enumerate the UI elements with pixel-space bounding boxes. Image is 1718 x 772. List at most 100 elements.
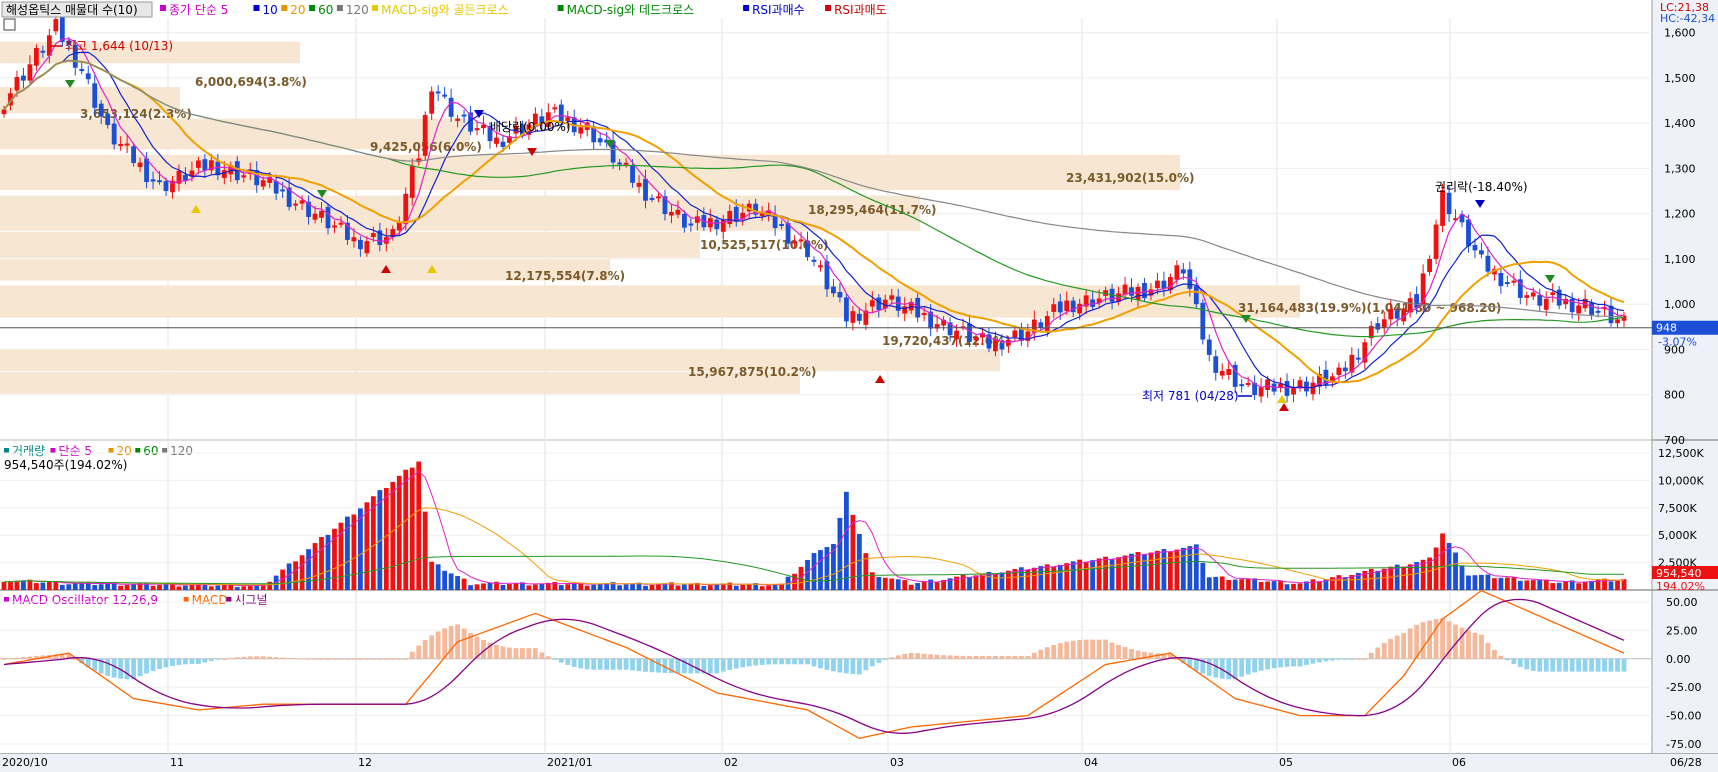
volume-bar bbox=[1090, 560, 1096, 590]
candle-body bbox=[53, 19, 59, 32]
volume-bar bbox=[759, 586, 765, 590]
macd-oscillator-bar bbox=[500, 646, 506, 659]
candle-body bbox=[1310, 382, 1316, 395]
candle-body bbox=[1038, 322, 1044, 328]
candle-body bbox=[1355, 357, 1361, 360]
volume-bar bbox=[882, 577, 888, 590]
candle-body bbox=[999, 343, 1005, 350]
macd-oscillator-bar bbox=[1006, 655, 1011, 659]
volume-profile-label: 18,295,464(11.7%) bbox=[808, 203, 937, 217]
volume-legend-item: 거래량 bbox=[12, 444, 45, 458]
candle-body bbox=[1, 109, 7, 115]
macd-oscillator-bar bbox=[1025, 655, 1031, 659]
macd-oscillator-bar bbox=[876, 658, 882, 663]
macd-oscillator-bar bbox=[1602, 658, 1607, 672]
volume-bar bbox=[1252, 578, 1258, 590]
macd-oscillator-bar bbox=[844, 658, 849, 674]
macd-oscillator-bar bbox=[973, 655, 979, 659]
candle-body bbox=[688, 223, 694, 226]
macd-tick-label: 0.00 bbox=[1666, 653, 1691, 666]
candle-body bbox=[1064, 300, 1070, 311]
volume-bar bbox=[921, 581, 927, 590]
high-label: 최고 1,644 (10/13) bbox=[65, 39, 173, 53]
candle-body bbox=[1504, 282, 1510, 285]
volume-bar bbox=[766, 585, 772, 590]
x-tick-label: 06/28 bbox=[1670, 756, 1702, 769]
volume-bar bbox=[960, 574, 966, 590]
macd-tick-label: -75.00 bbox=[1666, 738, 1701, 751]
macd-oscillator-bar bbox=[1537, 658, 1543, 672]
candle-body bbox=[1291, 388, 1296, 395]
candle-body bbox=[831, 286, 836, 294]
candle-body bbox=[889, 295, 895, 300]
volume-bar bbox=[1135, 552, 1141, 590]
candle-body bbox=[1498, 272, 1504, 287]
candle-body bbox=[643, 178, 648, 201]
candle-body bbox=[1200, 302, 1206, 340]
candle-body bbox=[215, 161, 221, 176]
macd-oscillator-bar bbox=[1492, 649, 1497, 659]
macd-oscillator-bar bbox=[818, 658, 823, 669]
macd-oscillator-bar bbox=[1479, 634, 1484, 659]
volume-bar bbox=[1608, 581, 1614, 590]
macd-oscillator-bar bbox=[740, 658, 746, 668]
candle-body bbox=[967, 323, 972, 342]
x-tick-label: 2021/01 bbox=[547, 756, 593, 769]
volume-bar bbox=[707, 585, 713, 590]
macd-oscillator-bar bbox=[221, 658, 227, 660]
volume-bar bbox=[1485, 574, 1491, 590]
volume-bar bbox=[105, 583, 111, 590]
stock-chart[interactable]: 1,6001,5001,4001,3001,2001,1001,00090080… bbox=[0, 0, 1718, 772]
candle-body bbox=[1446, 192, 1452, 215]
volume-profile-label: 12,175,554(7.8%) bbox=[505, 269, 625, 283]
candle-body bbox=[818, 265, 823, 268]
macd-oscillator-bar bbox=[21, 657, 26, 659]
macd-oscillator-bar bbox=[1291, 658, 1296, 667]
macd-oscillator-bar bbox=[623, 658, 629, 670]
volume-bar bbox=[1, 581, 7, 590]
macd-oscillator-bar bbox=[1090, 639, 1096, 659]
candle-body bbox=[131, 146, 136, 163]
macd-oscillator-bar bbox=[429, 635, 435, 659]
volume-profile-label: 6,000,694(3.8%) bbox=[195, 75, 307, 89]
macd-oscillator-bar bbox=[1330, 658, 1335, 661]
rights-label: 권리락(-18.40%) bbox=[1435, 180, 1528, 194]
macd-oscillator-bar bbox=[234, 657, 240, 659]
volume-bar bbox=[507, 583, 512, 590]
dividend-label: 배당락(0.00%) bbox=[490, 120, 571, 134]
volume-bar bbox=[1602, 578, 1607, 590]
volume-bar bbox=[591, 584, 597, 590]
macd-oscillator-bar bbox=[1355, 658, 1361, 660]
low-label: 최저 781 (04/28) bbox=[1142, 389, 1239, 403]
volume-bar bbox=[584, 585, 590, 590]
macd-oscillator-bar bbox=[1504, 658, 1510, 661]
volume-bar bbox=[682, 584, 687, 590]
volume-bar bbox=[1200, 562, 1206, 590]
candle-body bbox=[1472, 244, 1478, 251]
volume-bar bbox=[150, 585, 156, 590]
candle-body bbox=[1336, 367, 1342, 375]
macd-oscillator-bar bbox=[27, 656, 33, 659]
volume-bar bbox=[895, 579, 901, 590]
candle-body bbox=[1206, 339, 1212, 355]
volume-bar bbox=[241, 586, 247, 590]
candle-body bbox=[597, 138, 603, 143]
macd-tick-label: -50.00 bbox=[1666, 710, 1701, 723]
candle-body bbox=[902, 306, 908, 314]
macd-oscillator-bar bbox=[157, 658, 162, 670]
volume-bar bbox=[1368, 568, 1374, 590]
macd-oscillator-bar bbox=[1, 658, 7, 660]
volume-bar bbox=[21, 580, 26, 590]
macd-oscillator-bar bbox=[513, 648, 519, 659]
macd-oscillator-bar bbox=[1459, 627, 1465, 659]
legend-marker bbox=[183, 597, 189, 602]
candle-body bbox=[1077, 303, 1083, 314]
candle-body bbox=[1129, 287, 1134, 296]
candle-body bbox=[1524, 295, 1530, 298]
candle-body bbox=[21, 75, 26, 81]
volume-bar bbox=[824, 547, 830, 590]
volume-bar bbox=[176, 586, 182, 590]
volume-bar bbox=[455, 576, 460, 590]
candle-body bbox=[27, 64, 33, 81]
volume-bar bbox=[1206, 577, 1212, 590]
